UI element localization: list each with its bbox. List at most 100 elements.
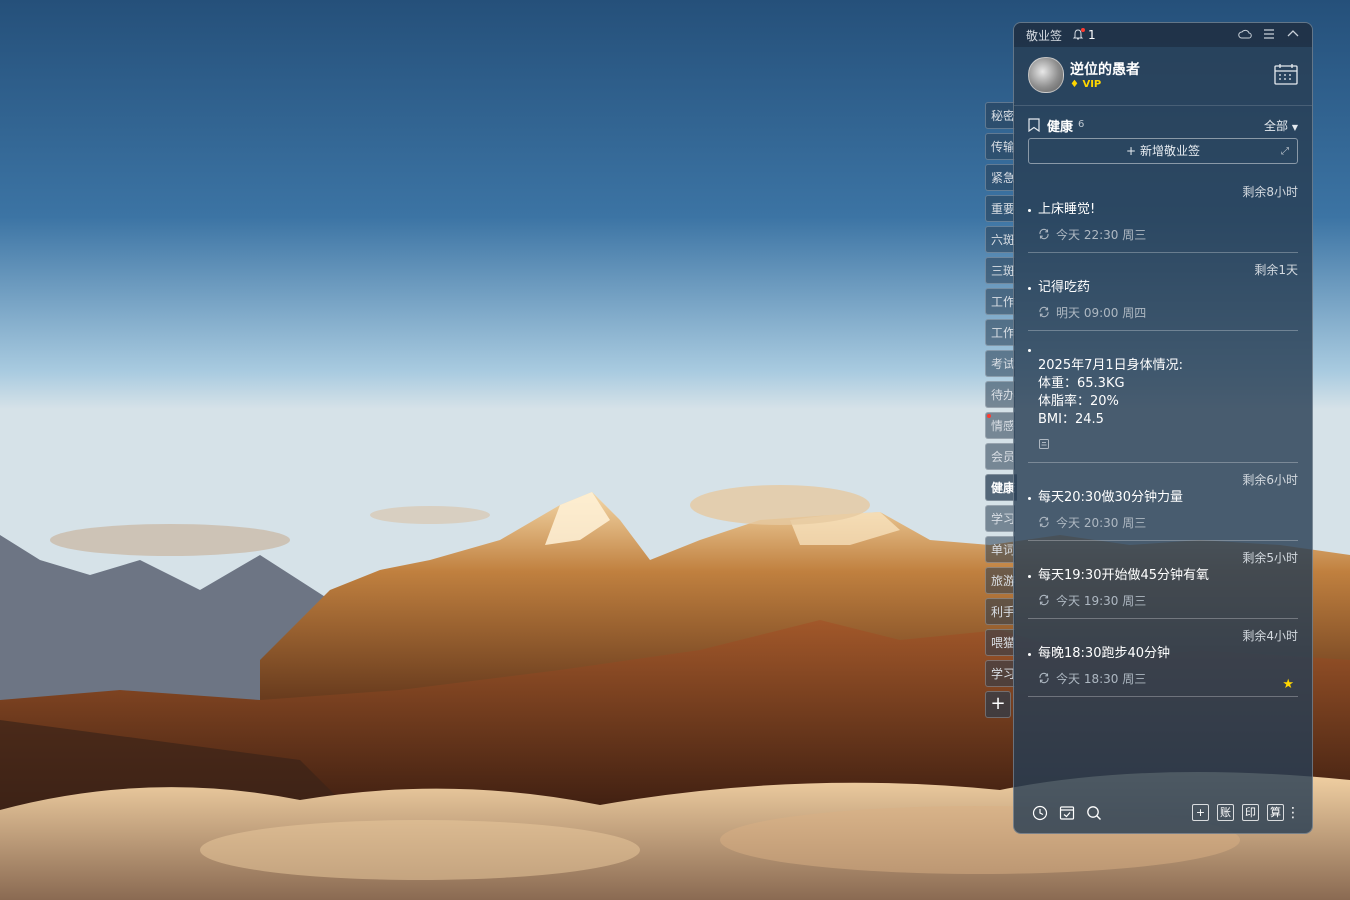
side-tab[interactable]: 工作 xyxy=(985,288,1015,315)
repeat-icon xyxy=(1039,306,1049,318)
side-tab[interactable]: 传输 xyxy=(985,133,1015,160)
reminder-time: 今天 18:30 周三 xyxy=(1056,671,1147,686)
more-options-icon[interactable]: ⋮ xyxy=(1286,805,1300,821)
bookmark-icon xyxy=(1028,118,1040,132)
bullet xyxy=(1028,349,1031,352)
star-icon[interactable]: ★ xyxy=(1282,677,1294,692)
side-tab[interactable]: 单词 xyxy=(985,536,1015,563)
note-item[interactable]: 剩余1天记得吃药明天 09:00 周四 xyxy=(1028,261,1298,331)
reminder-time-row: 今天 19:30 周三 xyxy=(1028,590,1298,610)
notification-bell-icon[interactable] xyxy=(1072,28,1086,41)
bullet xyxy=(1028,209,1031,212)
note-line: BMI：24.5 xyxy=(1038,412,1104,427)
remaining-time xyxy=(1028,339,1298,357)
reminder-time-row: 今天 22:30 周三 xyxy=(1028,224,1298,244)
note-text: 上床睡觉! xyxy=(1038,202,1096,217)
new-note-label: 新增敬业签 xyxy=(1139,144,1200,158)
remaining-time: 剩余8小时 xyxy=(1242,185,1298,199)
note-list: 剩余8小时上床睡觉! 今天 22:30 周三剩余1天记得吃药明天 09:00 周四… xyxy=(1014,183,1312,697)
side-tab[interactable]: 重要 xyxy=(985,195,1015,222)
side-tab[interactable]: 六斑 xyxy=(985,226,1015,253)
username[interactable]: 逆位的愚者 xyxy=(1070,59,1140,79)
category-count: 6 xyxy=(1078,119,1085,130)
search-icon[interactable] xyxy=(1086,805,1102,821)
side-tab[interactable]: 旅游 xyxy=(985,567,1015,594)
diamond-icon: ♦ xyxy=(1070,79,1079,90)
checklist-icon[interactable] xyxy=(1059,805,1075,821)
note-text: 每晚18:30跑步40分钟 xyxy=(1038,646,1171,661)
note-text: 记得吃药 xyxy=(1038,280,1091,295)
vip-badge[interactable]: ♦ VIP xyxy=(1070,79,1101,90)
bullet xyxy=(1028,287,1031,290)
remaining-time: 剩余5小时 xyxy=(1242,551,1298,565)
note-item[interactable]: 2025年7月1日身体情况: 体重：65.3KG 体脂率：20% BMI：24.5 xyxy=(1028,339,1298,463)
side-tab[interactable]: 秘密 xyxy=(985,102,1015,129)
caret-down-icon: ▼ xyxy=(1291,123,1298,132)
category-header: 健康 6 全部 ▼ xyxy=(1014,106,1312,142)
side-tab[interactable]: 学习 xyxy=(985,505,1015,532)
note-text: 2025年7月1日身体情况: xyxy=(1038,358,1184,373)
reminder-time: 今天 20:30 周三 xyxy=(1056,515,1147,530)
user-profile: 逆位的愚者 ♦ VIP xyxy=(1014,47,1312,106)
bullet xyxy=(1028,497,1031,500)
notification-count: 1 xyxy=(1088,28,1096,42)
note-line: 体脂率：20% xyxy=(1038,394,1119,409)
new-note-button[interactable]: + 新增敬业签 ⤢ xyxy=(1028,138,1298,164)
side-tab[interactable]: 利手 xyxy=(985,598,1015,625)
vip-badge-label: VIP xyxy=(1082,79,1102,90)
note-line: 体重：65.3KG xyxy=(1038,376,1125,391)
repeat-icon xyxy=(1039,672,1049,684)
menu-icon[interactable] xyxy=(1262,27,1276,41)
repeat-icon xyxy=(1039,516,1049,528)
side-tab[interactable]: 学习 xyxy=(985,660,1015,687)
bullet xyxy=(1028,575,1031,578)
note-text: 每天20:30做30分钟力量 xyxy=(1038,490,1184,505)
repeat-icon xyxy=(1039,594,1049,606)
repeat-icon xyxy=(1039,228,1049,240)
calendar-icon[interactable] xyxy=(1274,63,1298,85)
add-category-button[interactable]: + xyxy=(985,691,1011,718)
reminder-time: 今天 22:30 周三 xyxy=(1056,227,1147,242)
note-item[interactable]: 剩余8小时上床睡觉! 今天 22:30 周三 xyxy=(1028,183,1298,253)
account-button[interactable]: 账 xyxy=(1217,804,1234,821)
side-tab[interactable]: 考试 xyxy=(985,350,1015,377)
reminder-time: 明天 09:00 周四 xyxy=(1056,305,1147,320)
reminder-time-row: 今天 18:30 周三 xyxy=(1028,668,1298,688)
side-tab[interactable]: 喂猫 xyxy=(985,629,1015,656)
reminder-time-row: 明天 09:00 周四 xyxy=(1028,302,1298,322)
clock-icon[interactable] xyxy=(1032,805,1048,821)
reminder-time: 今天 19:30 周三 xyxy=(1056,593,1147,608)
expand-icon[interactable]: ⤢ xyxy=(1281,140,1289,164)
side-tab[interactable]: 紧急 xyxy=(985,164,1015,191)
side-tab[interactable]: 待办 xyxy=(985,381,1015,408)
note-text: 每天19:30开始做45分钟有氧 xyxy=(1038,568,1210,583)
remaining-time: 剩余6小时 xyxy=(1242,473,1298,487)
filter-dropdown[interactable]: 全部 ▼ xyxy=(1264,117,1298,134)
bullet xyxy=(1028,653,1031,656)
filter-label: 全部 xyxy=(1264,119,1289,133)
plus-icon: + xyxy=(1126,144,1137,158)
side-tab[interactable]: 情感 xyxy=(985,412,1015,439)
notebook-icon[interactable] xyxy=(1038,438,1050,450)
bottom-toolbar: + 账印算 ⋮ xyxy=(1014,795,1312,833)
calculator-button[interactable]: 算 xyxy=(1267,804,1284,821)
note-item[interactable]: 剩余6小时每天20:30做30分钟力量今天 20:30 周三 xyxy=(1028,471,1298,541)
reminder-time-row: 今天 20:30 周三 xyxy=(1028,512,1298,532)
title-bar[interactable]: 敬业签 1 xyxy=(1014,23,1312,47)
side-tab[interactable]: 工作 xyxy=(985,319,1015,346)
category-tabs: 秘密 传输 紧急 重要 六斑 三斑 工作 工作 考试 待办 情感 会员 健康 学习 单词 旅游 利手 喂猫 学习 + xyxy=(985,102,1017,718)
app-title: 敬业签 xyxy=(1026,28,1063,43)
remaining-time: 剩余4小时 xyxy=(1242,629,1298,643)
note-item[interactable]: 剩余4小时每晚18:30跑步40分钟 今天 18:30 周三 ★ xyxy=(1028,627,1298,697)
avatar[interactable] xyxy=(1028,57,1064,93)
note-item[interactable]: 剩余5小时每天19:30开始做45分钟有氧今天 19:30 周三 xyxy=(1028,549,1298,619)
remaining-time: 剩余1天 xyxy=(1254,263,1298,277)
collapse-chevron-icon[interactable] xyxy=(1286,27,1300,41)
add-note-box-button[interactable]: + xyxy=(1192,804,1209,821)
side-tab[interactable]: 会员 xyxy=(985,443,1015,470)
cloud-sync-icon[interactable] xyxy=(1238,27,1252,41)
print-button[interactable]: 印 xyxy=(1242,804,1259,821)
attachment-row xyxy=(1028,434,1298,454)
sticky-note-panel: 敬业签 1 逆位的愚者 ♦ VIP 健康 6 全部 ▼ + 新增敬业签 ⤢ 剩余… xyxy=(1013,22,1313,834)
side-tab[interactable]: 三斑 xyxy=(985,257,1015,284)
